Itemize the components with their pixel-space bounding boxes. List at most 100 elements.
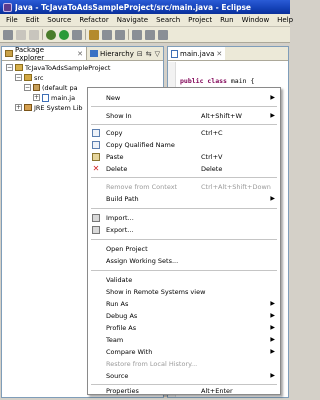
menu-item-label: Paste <box>106 152 124 161</box>
search-icon[interactable] <box>145 29 155 40</box>
menu-project[interactable]: Project <box>184 16 216 24</box>
menu-item-paste[interactable]: Paste Ctrl+V <box>88 151 280 162</box>
menu-file[interactable]: File <box>2 16 22 24</box>
submenu-arrow-icon: ▶ <box>270 324 275 331</box>
save-icon[interactable] <box>16 29 26 40</box>
tree-item-label: src <box>34 73 44 82</box>
tab-main-java-label: main.java <box>180 49 215 58</box>
view-menu-icon[interactable]: ▽ <box>155 50 160 58</box>
submenu-arrow-icon: ▶ <box>270 94 275 101</box>
submenu-arrow-icon: ▶ <box>270 348 275 355</box>
tree-item-jre[interactable]: + JRE System Lib <box>15 103 82 112</box>
menu-item-label: Team <box>106 335 124 344</box>
new-icon[interactable] <box>3 29 13 40</box>
menu-separator <box>91 124 277 125</box>
menu-item-label: Assign Working Sets... <box>106 256 179 265</box>
menu-navigate[interactable]: Navigate <box>113 16 152 24</box>
menu-source[interactable]: Source <box>43 16 75 24</box>
view-toolbar: ⊟ ⇆ ▽ <box>137 47 163 60</box>
delete-icon: ✕ <box>92 163 100 173</box>
open-type-icon[interactable] <box>132 29 142 40</box>
menu-item-copy[interactable]: Copy Ctrl+C <box>88 127 280 138</box>
menu-item-source[interactable]: Source ▶ <box>88 370 280 381</box>
collapse-icon[interactable]: − <box>24 84 31 91</box>
menu-item-validate[interactable]: Validate <box>88 274 280 285</box>
menu-item-label: Properties <box>106 386 139 395</box>
menu-item-new[interactable]: New ▶ <box>88 92 280 103</box>
code-line[interactable]: public class main { <box>180 77 254 85</box>
collapse-all-icon[interactable]: ⊟ <box>137 50 143 58</box>
new-class-icon[interactable] <box>115 29 125 40</box>
print-icon[interactable] <box>29 29 39 40</box>
copy-qualified-name-icon <box>92 140 100 149</box>
tree-item-project[interactable]: − TcJavaToAdsSampleProject <box>6 63 110 72</box>
menu-item-restore-from-local-history[interactable]: Restore from Local History... <box>88 358 280 369</box>
menu-item-team[interactable]: Team ▶ <box>88 334 280 345</box>
menu-item-profile-as[interactable]: Profile As ▶ <box>88 322 280 333</box>
menu-item-assign-working-sets[interactable]: Assign Working Sets... <box>88 255 280 266</box>
package-icon <box>33 84 40 91</box>
menu-run[interactable]: Run <box>216 16 237 24</box>
java-project-icon <box>15 64 23 71</box>
menu-window[interactable]: Window <box>238 16 274 24</box>
run-icon[interactable] <box>59 29 69 40</box>
menu-item-remove-from-context[interactable]: Remove from Context Ctrl+Alt+Shift+Down <box>88 181 280 192</box>
tab-package-explorer[interactable]: Package Explorer ✕ <box>2 46 88 62</box>
menu-item-label: Run As <box>106 299 129 308</box>
tab-hierarchy[interactable]: Hierarchy <box>87 47 137 60</box>
external-tools-icon[interactable] <box>72 29 82 40</box>
code-text: main { <box>230 77 255 85</box>
expand-icon[interactable]: + <box>15 104 22 111</box>
menu-separator <box>91 208 277 209</box>
menu-item-label: Remove from Context <box>106 182 178 191</box>
collapse-icon[interactable]: − <box>6 64 13 71</box>
menu-item-delete[interactable]: ✕ Delete Delete <box>88 163 280 174</box>
debug-icon[interactable] <box>46 29 56 40</box>
expand-icon[interactable]: + <box>33 94 40 101</box>
next-annotation-icon[interactable] <box>158 29 168 40</box>
menu-item-label: Compare With <box>106 347 153 356</box>
menu-item-compare-with[interactable]: Compare With ▶ <box>88 346 280 357</box>
menu-help[interactable]: Help <box>273 16 297 24</box>
package-explorer-icon <box>5 50 13 57</box>
submenu-arrow-icon: ▶ <box>270 372 275 379</box>
menu-item-open-project[interactable]: Open Project <box>88 243 280 254</box>
menu-item-show-in-remote-systems-view[interactable]: Show in Remote Systems view <box>88 286 280 297</box>
eclipse-app-icon <box>3 2 12 12</box>
submenu-arrow-icon: ▶ <box>270 112 275 119</box>
tree-item-label: TcJavaToAdsSampleProject <box>25 63 111 72</box>
menu-item-build-path[interactable]: Build Path ▶ <box>88 193 280 204</box>
menu-item-import[interactable]: Import... <box>88 212 280 223</box>
menu-refactor[interactable]: Refactor <box>75 16 112 24</box>
menu-item-shortcut: Ctrl+V <box>201 152 223 161</box>
menu-item-debug-as[interactable]: Debug As ▶ <box>88 310 280 321</box>
tree-item-label: JRE System Lib <box>34 103 83 112</box>
new-package-icon[interactable] <box>102 29 112 40</box>
close-icon[interactable]: ✕ <box>77 50 83 58</box>
project-tree: − TcJavaToAdsSampleProject − src − (defa… <box>2 61 163 112</box>
close-icon[interactable]: ✕ <box>216 50 222 58</box>
paste-icon <box>92 152 100 161</box>
copy-icon <box>92 128 100 137</box>
menu-item-run-as[interactable]: Run As ▶ <box>88 298 280 309</box>
menu-item-copy-qualified-name[interactable]: Copy Qualified Name <box>88 139 280 150</box>
tree-item-main-java[interactable]: + main.ja <box>33 93 75 102</box>
tree-item-src[interactable]: − src <box>15 73 44 82</box>
link-with-editor-icon[interactable]: ⇆ <box>146 50 152 58</box>
tree-item-default-package[interactable]: − (default pa <box>24 83 78 92</box>
new-java-project-icon[interactable] <box>89 29 99 40</box>
source-folder-icon <box>24 74 32 81</box>
menu-item-properties[interactable]: Properties Alt+Enter <box>88 385 280 396</box>
menu-item-shortcut: Ctrl+C <box>201 128 223 137</box>
export-icon <box>92 225 100 234</box>
menu-separator <box>91 177 277 178</box>
menu-item-shortcut: Ctrl+Alt+Shift+Down <box>201 182 271 191</box>
menu-item-show-in[interactable]: Show In Alt+Shift+W ▶ <box>88 110 280 121</box>
menu-item-label: Validate <box>106 275 133 284</box>
java-file-icon <box>42 93 49 102</box>
menu-item-export[interactable]: Export... <box>88 224 280 235</box>
menu-search[interactable]: Search <box>152 16 184 24</box>
menu-edit[interactable]: Edit <box>22 16 44 24</box>
collapse-icon[interactable]: − <box>15 74 22 81</box>
tab-main-java[interactable]: main.java ✕ <box>168 47 226 60</box>
